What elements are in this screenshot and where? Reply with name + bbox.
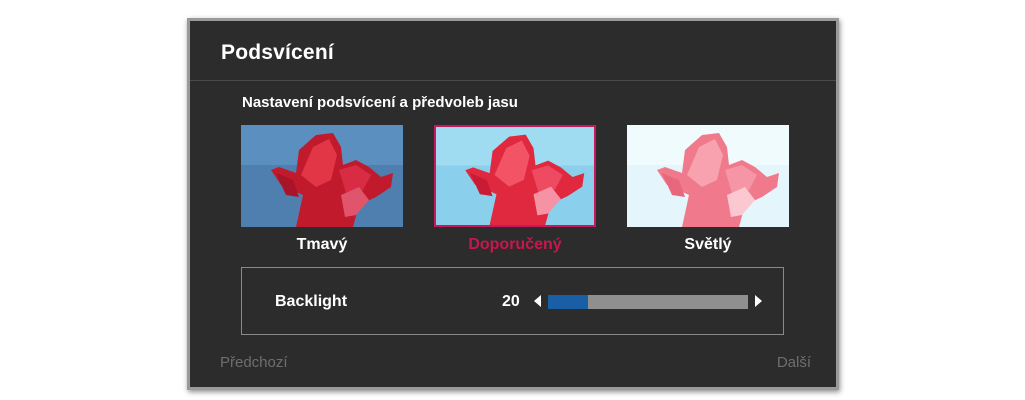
backlight-dialog: Podsvícení Nastavení podsvícení a předvo… bbox=[187, 18, 839, 390]
increase-arrow-icon[interactable] bbox=[755, 295, 762, 307]
previous-button[interactable]: Předchozí bbox=[220, 354, 288, 371]
tulip-photo-recommended bbox=[436, 127, 594, 225]
tulip-photo-bright bbox=[627, 125, 789, 227]
decrease-arrow-icon[interactable] bbox=[534, 295, 541, 307]
preset-bright-thumbnail[interactable] bbox=[627, 125, 789, 227]
preset-bright-label[interactable]: Světlý bbox=[627, 236, 789, 254]
backlight-slider[interactable] bbox=[548, 295, 748, 309]
backlight-slider-fill bbox=[548, 295, 588, 309]
next-button[interactable]: Další bbox=[777, 354, 811, 371]
preset-recommended-label[interactable]: Doporučený bbox=[434, 236, 596, 254]
dialog-subtitle: Nastavení podsvícení a předvoleb jasu bbox=[242, 94, 518, 111]
backlight-label: Backlight bbox=[275, 293, 348, 310]
backlight-setting: Backlight 20 bbox=[241, 267, 784, 335]
preset-recommended-thumbnail[interactable] bbox=[434, 125, 596, 227]
tulip-photo-dark bbox=[241, 125, 403, 227]
preset-dark-thumbnail[interactable] bbox=[241, 125, 403, 227]
backlight-value: 20 bbox=[502, 293, 520, 310]
preset-dark-label[interactable]: Tmavý bbox=[241, 236, 403, 254]
dialog-title: Podsvícení bbox=[221, 41, 334, 64]
title-divider bbox=[190, 80, 836, 81]
